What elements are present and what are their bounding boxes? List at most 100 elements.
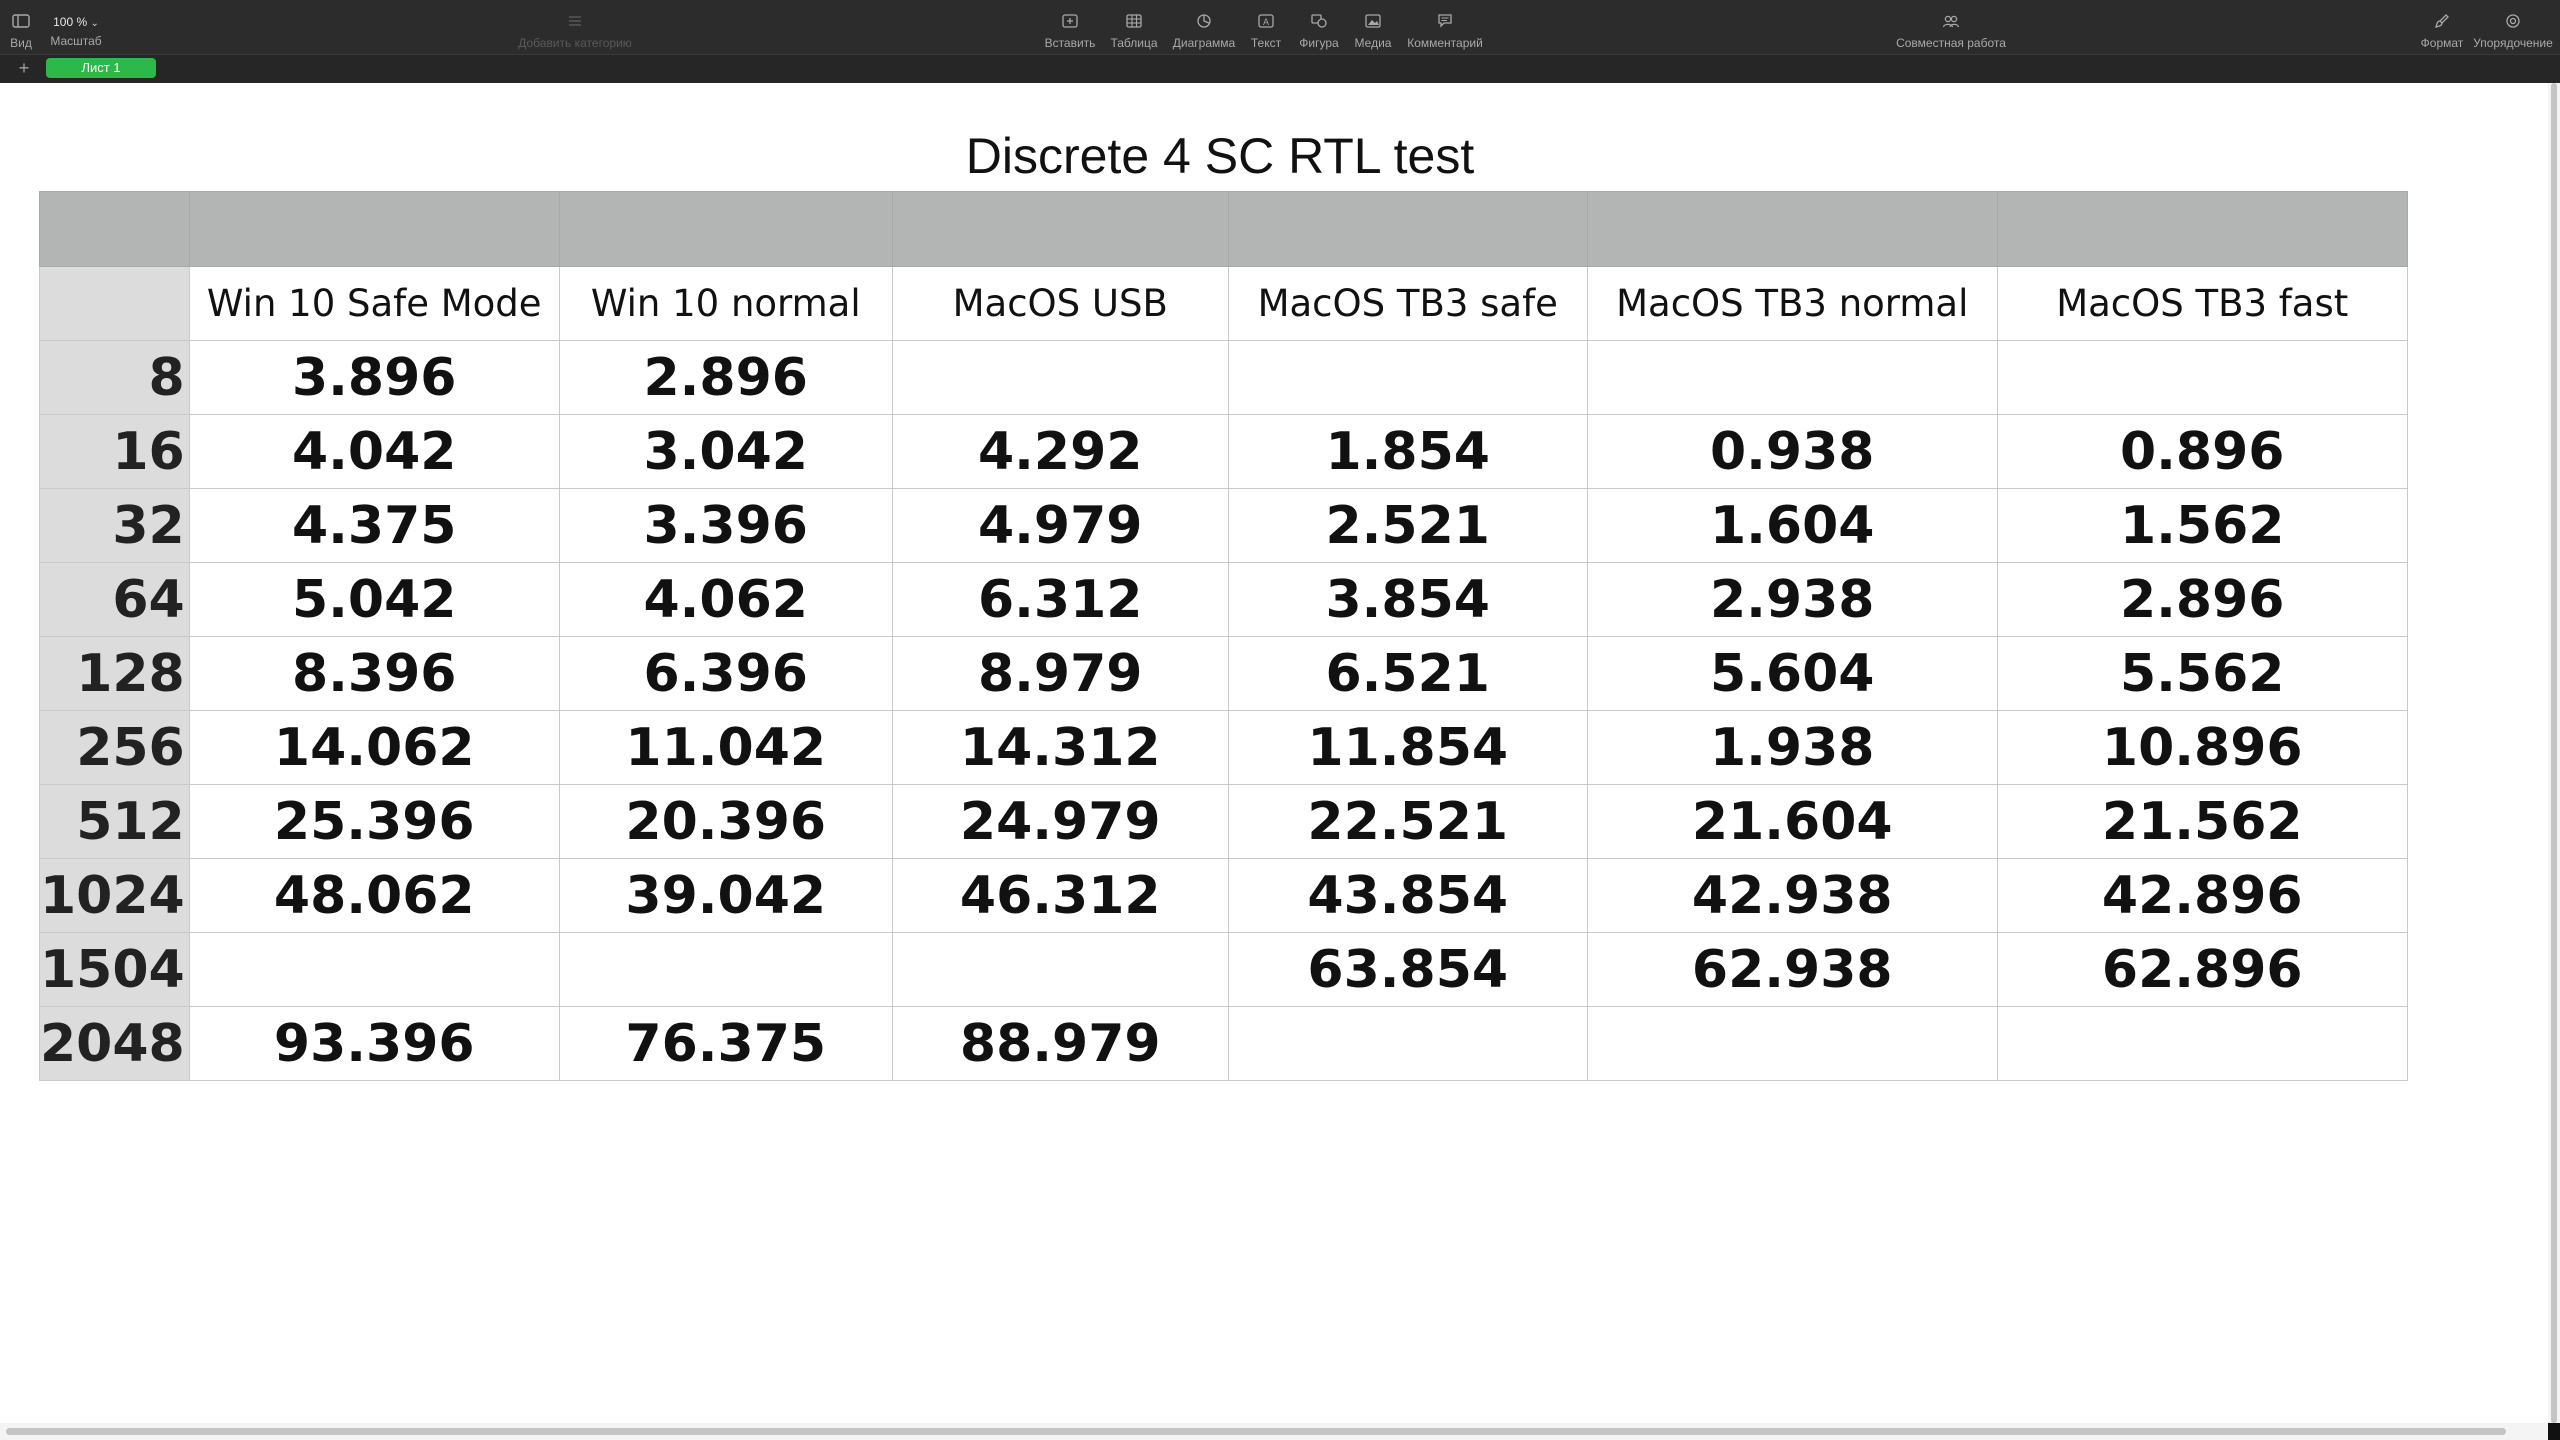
table-cell[interactable]: 25.396 <box>188 784 560 859</box>
band-cell[interactable] <box>1586 191 1998 267</box>
table-cell[interactable]: 4.042 <box>188 414 560 489</box>
band-cell[interactable] <box>558 191 893 267</box>
corner-cell[interactable] <box>39 266 190 341</box>
table-cell[interactable]: 6.396 <box>558 636 893 711</box>
table-cell[interactable]: 2.896 <box>558 340 893 415</box>
table-cell[interactable]: 42.896 <box>1996 858 2408 933</box>
row-header[interactable]: 512 <box>39 784 190 859</box>
zoom-menu[interactable]: 100 % ⌄ Масштаб <box>48 0 104 54</box>
sheet-title[interactable]: Discrete 4 SC RTL test <box>0 127 2440 185</box>
sheet-tab-active[interactable]: Лист 1 <box>46 58 156 78</box>
column-header[interactable]: Win 10 normal <box>558 266 893 341</box>
table-cell[interactable]: 11.854 <box>1227 710 1588 785</box>
horizontal-scrollbar[interactable] <box>0 1423 2548 1440</box>
row-header[interactable]: 64 <box>39 562 190 637</box>
row-header[interactable]: 32 <box>39 488 190 563</box>
table-cell[interactable] <box>1227 340 1588 415</box>
table-cell[interactable]: 21.562 <box>1996 784 2408 859</box>
table-cell[interactable]: 4.062 <box>558 562 893 637</box>
table-cell[interactable] <box>558 932 893 1007</box>
media-button[interactable]: Медиа <box>1350 0 1396 54</box>
insert-button[interactable]: Вставить <box>1040 0 1100 54</box>
table-button[interactable]: Таблица <box>1106 0 1162 54</box>
collaborate-button[interactable]: Совместная работа <box>1890 0 2012 54</box>
table-cell[interactable]: 1.854 <box>1227 414 1588 489</box>
table-cell[interactable]: 88.979 <box>891 1006 1229 1081</box>
row-header[interactable]: 256 <box>39 710 190 785</box>
table-cell[interactable]: 2.896 <box>1996 562 2408 637</box>
band-cell[interactable] <box>1996 191 2408 267</box>
table-cell[interactable] <box>891 932 1229 1007</box>
row-header[interactable]: 16 <box>39 414 190 489</box>
row-header[interactable]: 1504 <box>39 932 190 1007</box>
vertical-scrollbar[interactable] <box>2548 83 2560 1423</box>
horizontal-scroll-thumb[interactable] <box>6 1428 2506 1435</box>
table-cell[interactable]: 46.312 <box>891 858 1229 933</box>
table-cell[interactable]: 22.521 <box>1227 784 1588 859</box>
table-cell[interactable]: 3.854 <box>1227 562 1588 637</box>
table-cell[interactable]: 20.396 <box>558 784 893 859</box>
column-header[interactable]: MacOS TB3 normal <box>1586 266 1998 341</box>
table-cell[interactable]: 62.896 <box>1996 932 2408 1007</box>
table-cell[interactable]: 8.979 <box>891 636 1229 711</box>
row-header[interactable]: 8 <box>39 340 190 415</box>
column-header[interactable]: MacOS TB3 safe <box>1227 266 1588 341</box>
table-cell[interactable] <box>891 340 1229 415</box>
table-cell[interactable]: 5.604 <box>1586 636 1998 711</box>
table-cell[interactable]: 8.396 <box>188 636 560 711</box>
table-cell[interactable]: 21.604 <box>1586 784 1998 859</box>
table-cell[interactable] <box>1227 1006 1588 1081</box>
table-cell[interactable]: 1.604 <box>1586 488 1998 563</box>
table-cell[interactable]: 0.896 <box>1996 414 2408 489</box>
table-cell[interactable]: 48.062 <box>188 858 560 933</box>
column-header[interactable]: MacOS USB <box>891 266 1229 341</box>
table-cell[interactable]: 0.938 <box>1586 414 1998 489</box>
table-cell[interactable]: 3.396 <box>558 488 893 563</box>
table-cell[interactable]: 1.562 <box>1996 488 2408 563</box>
band-cell[interactable] <box>39 191 190 267</box>
add-category-button[interactable]: Добавить категорию <box>510 0 640 54</box>
table-cell[interactable]: 1.938 <box>1586 710 1998 785</box>
format-button[interactable]: Формат <box>2414 0 2470 54</box>
vertical-scroll-thumb[interactable] <box>2551 83 2557 1423</box>
table-cell[interactable] <box>1996 340 2408 415</box>
table-cell[interactable]: 62.938 <box>1586 932 1998 1007</box>
table-cell[interactable]: 3.896 <box>188 340 560 415</box>
table-cell[interactable]: 2.938 <box>1586 562 1998 637</box>
shape-button[interactable]: Фигура <box>1294 0 1344 54</box>
table-cell[interactable] <box>1586 340 1998 415</box>
organize-button[interactable]: Упорядочение <box>2470 0 2556 54</box>
table-cell[interactable]: 24.979 <box>891 784 1229 859</box>
table-cell[interactable]: 43.854 <box>1227 858 1588 933</box>
table-cell[interactable]: 14.062 <box>188 710 560 785</box>
view-button[interactable]: Вид <box>6 0 36 54</box>
data-table[interactable]: Win 10 Safe Mode Win 10 normal MacOS USB… <box>39 191 2408 1081</box>
table-cell[interactable]: 14.312 <box>891 710 1229 785</box>
row-header[interactable]: 1024 <box>39 858 190 933</box>
table-cell[interactable] <box>1996 1006 2408 1081</box>
table-cell[interactable]: 10.896 <box>1996 710 2408 785</box>
table-cell[interactable]: 4.375 <box>188 488 560 563</box>
row-header[interactable]: 128 <box>39 636 190 711</box>
column-header[interactable]: Win 10 Safe Mode <box>188 266 560 341</box>
add-sheet-button[interactable]: + <box>16 58 32 78</box>
comment-button[interactable]: Комментарий <box>1402 0 1488 54</box>
column-header[interactable]: MacOS TB3 fast <box>1996 266 2408 341</box>
table-cell[interactable]: 6.312 <box>891 562 1229 637</box>
sheet-canvas[interactable]: Discrete 4 SC RTL test Win 10 Safe Mode … <box>0 83 2548 1423</box>
table-cell[interactable]: 6.521 <box>1227 636 1588 711</box>
table-cell[interactable]: 5.042 <box>188 562 560 637</box>
table-cell[interactable]: 4.292 <box>891 414 1229 489</box>
table-cell[interactable] <box>1586 1006 1998 1081</box>
table-cell[interactable] <box>188 932 560 1007</box>
table-cell[interactable]: 93.396 <box>188 1006 560 1081</box>
row-header[interactable]: 2048 <box>39 1006 190 1081</box>
band-cell[interactable] <box>188 191 560 267</box>
chart-button[interactable]: Диаграмма <box>1168 0 1240 54</box>
table-cell[interactable]: 11.042 <box>558 710 893 785</box>
table-cell[interactable]: 63.854 <box>1227 932 1588 1007</box>
band-cell[interactable] <box>1227 191 1588 267</box>
band-cell[interactable] <box>891 191 1229 267</box>
table-cell[interactable]: 2.521 <box>1227 488 1588 563</box>
table-cell[interactable]: 76.375 <box>558 1006 893 1081</box>
